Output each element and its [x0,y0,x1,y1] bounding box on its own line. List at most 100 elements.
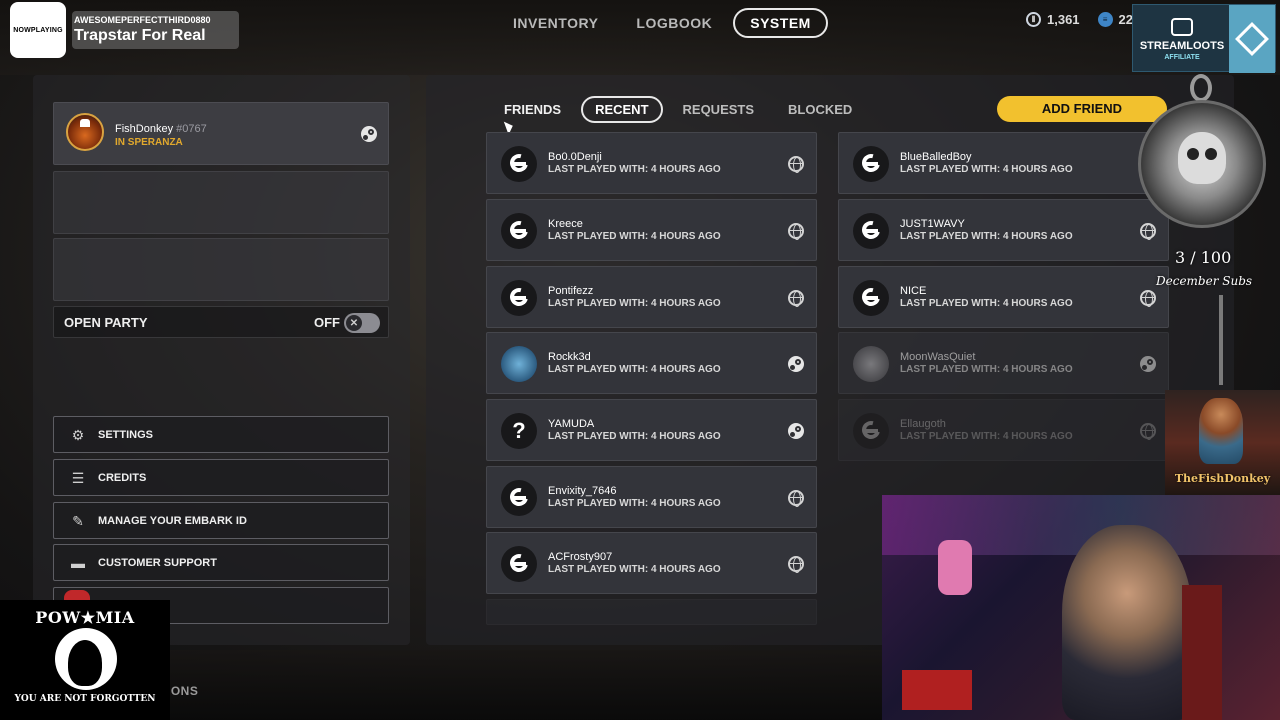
diamond-icon [1235,22,1269,56]
open-party-toggle[interactable]: ✕ [344,313,380,333]
chat-icon: ▬ [71,555,85,571]
friend-card[interactable]: Pontifezz LAST PLAYED WITH: 4 HOURS AGO [486,266,817,328]
tab-system[interactable]: SYSTEM [733,8,828,38]
player-tag: #0767 [176,123,207,135]
friend-last-played: LAST PLAYED WITH: 4 HOURS AGO [900,231,1073,242]
streamloots-title: STREAMLOOTS [1139,39,1225,52]
friend-card[interactable]: Ellaugoth LAST PLAYED WITH: 4 HOURS AGO [838,399,1169,461]
tab-logbook[interactable]: LOGBOOK [619,8,729,38]
list-icon: ☰ [71,470,85,486]
friend-card[interactable]: NICE LAST PLAYED WITH: 4 HOURS AGO [838,266,1169,328]
friend-card[interactable]: ACFrosty907 LAST PLAYED WITH: 4 HOURS AG… [486,532,817,594]
friend-last-played: LAST PLAYED WITH: 4 HOURS AGO [548,498,721,509]
friend-card[interactable]: Rockk3d LAST PLAYED WITH: 4 HOURS AGO [486,332,817,394]
friend-card[interactable]: MoonWasQuiet LAST PLAYED WITH: 4 HOURS A… [838,332,1169,394]
credits-label: CREDITS [98,472,147,484]
friend-card-partial[interactable] [486,599,817,625]
friend-name: Envixity_7646 [548,485,617,497]
silhouette-icon [68,640,102,686]
skull-icon [1178,132,1226,184]
avatar [66,113,104,151]
token-icon: ≡ [1097,12,1113,27]
gear-icon: ⚙ [71,427,85,443]
friend-card[interactable]: Bo0.0Denji LAST PLAYED WITH: 4 HOURS AGO [486,132,817,194]
settings-label: SETTINGS [98,429,154,441]
tab-recent[interactable]: RECENT [581,96,663,123]
friend-card[interactable]: Kreece LAST PLAYED WITH: 4 HOURS AGO [486,199,817,261]
friend-name: Pontifezz [548,285,594,297]
embark-avatar-icon [853,280,889,316]
friend-last-played: LAST PLAYED WITH: 4 HOURS AGO [900,364,1073,375]
pow-mia-logo: POW★MIA YOU ARE NOT FORGOTTEN [0,600,170,720]
friend-name: MoonWasQuiet [900,351,976,363]
currency-display: ⦀ 1,361 ≡ 22 [1026,12,1133,27]
streamer-logo: TheFishDonkey [1165,390,1280,495]
friend-name: Bo0.0Denji [548,151,602,163]
streamloots-logo-icon [1171,17,1193,36]
open-party-row: OPEN PARTY OFF ✕ [53,306,389,338]
globe-icon [788,156,804,173]
player-name: FishDonkey #0767 [115,123,207,135]
globe-icon [1140,423,1156,440]
friend-last-played: LAST PLAYED WITH: 4 HOURS AGO [900,164,1073,175]
streamer-illustration [1199,398,1243,464]
friend-last-played: LAST PLAYED WITH: 4 HOURS AGO [548,231,721,242]
webcam-feed [882,495,1280,720]
friend-last-played: LAST PLAYED WITH: 4 HOURS AGO [548,164,721,175]
friend-card[interactable]: ? YAMUDA LAST PLAYED WITH: 4 HOURS AGO [486,399,817,461]
globe-icon [788,223,804,240]
friend-name: ACFrosty907 [548,551,613,563]
manage-embark-id-button[interactable]: ✎ MANAGE YOUR EMBARK ID [53,502,389,539]
steam-icon [788,356,804,372]
tab-friends[interactable]: FRIENDS [490,96,575,123]
globe-icon [788,556,804,573]
pow-mia-title: POW★MIA [35,608,135,627]
avatar [853,346,889,382]
tab-blocked[interactable]: BLOCKED [774,96,866,123]
party-slot-empty[interactable] [53,171,389,234]
manage-embark-id-label: MANAGE YOUR EMBARK ID [98,515,247,527]
token-amount: 22 [1118,12,1134,27]
open-party-state: OFF [314,315,340,330]
streamloots-subtitle: AFFILIATE [1164,53,1200,61]
microphone-image [938,540,972,595]
now-playing-song: Trapstar For Real [74,27,206,44]
settings-button[interactable]: ⚙ SETTINGS [53,416,389,453]
tab-inventory[interactable]: INVENTORY [496,8,615,38]
player-card[interactable]: FishDonkey #0767 IN SPERANZA [53,102,389,165]
friend-card[interactable]: JUST1WAVY LAST PLAYED WITH: 4 HOURS AGO [838,199,1169,261]
embark-avatar-icon [853,213,889,249]
pow-mia-subtitle: YOU ARE NOT FORGOTTEN [14,694,156,704]
globe-icon [788,290,804,307]
skull-pendant-image [1138,74,1266,234]
friend-last-played: LAST PLAYED WITH: 4 HOURS AGO [900,431,1073,442]
credits-button[interactable]: ☰ CREDITS [53,459,389,496]
pen-icon: ✎ [72,513,84,529]
coin-amount: 1,361 [1047,12,1080,27]
steam-icon [1140,356,1156,372]
friend-card[interactable]: BlueBalledBoy LAST PLAYED WITH: 4 HOURS … [838,132,1169,194]
streamer-image [1062,525,1192,720]
customer-support-label: CUSTOMER SUPPORT [98,557,217,569]
friend-last-played: LAST PLAYED WITH: 4 HOURS AGO [548,364,721,375]
streamloots-badge: STREAMLOOTS AFFILIATE [1132,4,1276,73]
coin-icon: ⦀ [1026,12,1041,27]
embark-avatar-icon [501,213,537,249]
embark-avatar-icon [501,146,537,182]
now-playing-artist: AWESOMEPERFECTTHIRD0880 [74,15,211,25]
friend-name: YAMUDA [548,418,595,430]
party-slot-empty[interactable] [53,238,389,301]
globe-icon [1140,290,1156,307]
friend-card[interactable]: Envixity_7646 LAST PLAYED WITH: 4 HOURS … [486,466,817,528]
friend-name: Ellaugoth [900,418,946,430]
friend-name: JUST1WAVY [900,218,965,230]
now-playing-widget: NOWPLAYING AWESOMEPERFECTTHIRD0880 Traps… [10,2,246,58]
close-icon: ✕ [346,315,362,331]
friend-name: Rockk3d [548,351,591,363]
top-nav: INVENTORY LOGBOOK SYSTEM [496,8,832,38]
subs-goal-count: 3 / 100 [1175,248,1232,267]
embark-avatar-icon [501,546,537,582]
customer-support-button[interactable]: ▬ CUSTOMER SUPPORT [53,544,389,581]
goal-bar [1219,295,1223,385]
tab-requests[interactable]: REQUESTS [669,96,769,123]
